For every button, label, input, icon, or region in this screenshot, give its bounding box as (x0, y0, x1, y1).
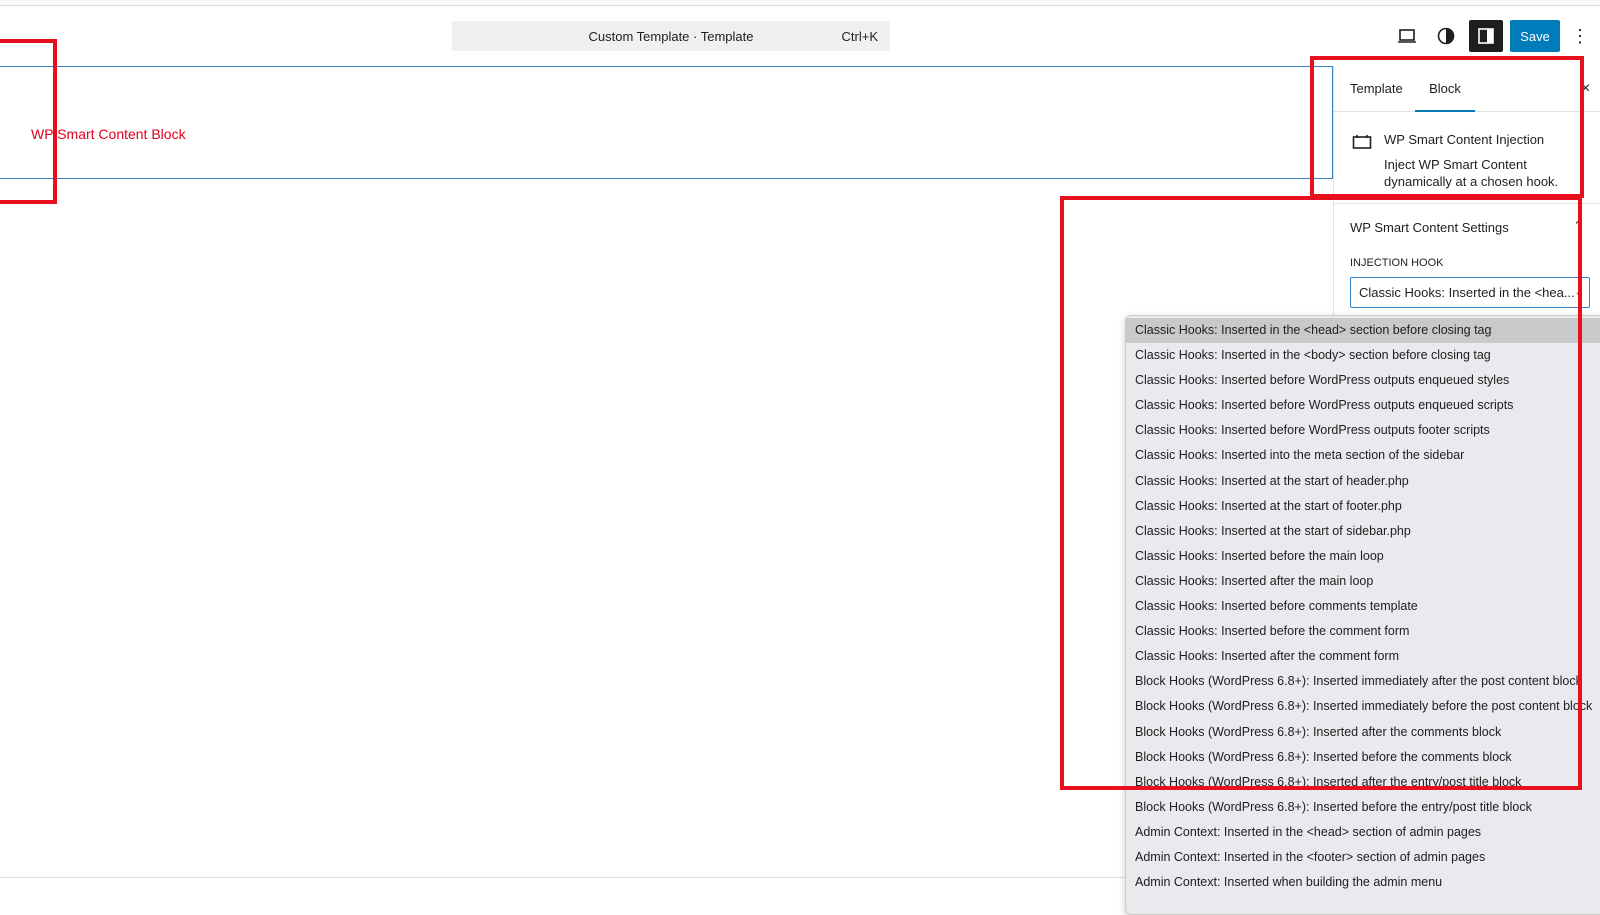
dropdown-option[interactable]: Admin Context: Inserted in the <footer> … (1126, 845, 1600, 870)
block-title: WP Smart Content Injection (1384, 132, 1544, 147)
injection-hook-select[interactable]: Classic Hooks: Inserted in the <hea... ⌄ (1350, 277, 1590, 308)
chevron-down-icon: ⌄ (1575, 278, 1583, 307)
smart-content-block[interactable]: WP Smart Content Block (0, 66, 1333, 179)
template-title: Custom Template · Template (589, 29, 754, 44)
tab-template[interactable]: Template (1350, 66, 1403, 112)
dropdown-option[interactable]: Classic Hooks: Inserted at the start of … (1126, 519, 1600, 544)
injection-hook-label: INJECTION HOOK (1350, 257, 1584, 269)
dropdown-option[interactable]: Classic Hooks: Inserted before WordPress… (1126, 418, 1600, 443)
more-options-icon[interactable]: ⋮ (1572, 20, 1588, 52)
shortcut-hint: Ctrl+K (842, 29, 878, 44)
chevron-up-icon: ⌃ (1573, 218, 1584, 234)
dropdown-option[interactable]: Block Hooks (WordPress 6.8+): Inserted a… (1126, 720, 1600, 745)
device-preview-button[interactable] (1390, 20, 1424, 52)
dropdown-option[interactable]: Classic Hooks: Inserted after the commen… (1126, 644, 1600, 669)
block-icon (1352, 134, 1372, 150)
style-toggle-button[interactable] (1429, 20, 1463, 52)
block-text: WP Smart Content Block (31, 126, 186, 142)
canvas-footer-divider (0, 877, 1125, 878)
save-button[interactable]: Save (1510, 20, 1560, 52)
dropdown-option[interactable]: Classic Hooks: Inserted after the main l… (1126, 569, 1600, 594)
panel-title: WP Smart Content Settings (1350, 220, 1509, 235)
settings-panel-toggle[interactable]: WP Smart Content Settings ⌃ (1350, 220, 1584, 235)
laptop-icon (1397, 28, 1417, 44)
dropdown-option[interactable]: Block Hooks (WordPress 6.8+): Inserted i… (1126, 669, 1600, 694)
dropdown-option[interactable]: Classic Hooks: Inserted at the start of … (1126, 469, 1600, 494)
dropdown-option[interactable]: Block Hooks (WordPress 6.8+): Inserted i… (1126, 694, 1600, 719)
close-icon[interactable]: × (1581, 66, 1590, 112)
dropdown-option[interactable]: Classic Hooks: Inserted before WordPress… (1126, 368, 1600, 393)
dropdown-option[interactable]: Classic Hooks: Inserted at the start of … (1126, 494, 1600, 519)
dropdown-option[interactable]: Block Hooks (WordPress 6.8+): Inserted b… (1126, 795, 1600, 820)
block-description: Inject WP Smart Content dynamically at a… (1384, 156, 1574, 190)
injection-hook-options: Classic Hooks: Inserted in the <head> se… (1125, 315, 1600, 915)
settings-sidebar-toggle[interactable] (1469, 20, 1503, 52)
dropdown-option[interactable]: Classic Hooks: Inserted before the comme… (1126, 619, 1600, 644)
dropdown-option[interactable]: Classic Hooks: Inserted before the main … (1126, 544, 1600, 569)
selected-value: Classic Hooks: Inserted in the <hea... (1359, 285, 1575, 300)
dropdown-option[interactable]: Classic Hooks: Inserted in the <body> se… (1126, 343, 1600, 368)
dropdown-option[interactable]: Classic Hooks: Inserted before WordPress… (1126, 393, 1600, 418)
dropdown-option[interactable]: Admin Context: Inserted when building th… (1126, 870, 1600, 895)
dropdown-option[interactable]: Classic Hooks: Inserted into the meta se… (1126, 443, 1600, 468)
dropdown-option[interactable]: Block Hooks (WordPress 6.8+): Inserted a… (1126, 770, 1600, 795)
tab-block[interactable]: Block (1415, 66, 1475, 112)
command-palette-button[interactable]: Custom Template · Template Ctrl+K (452, 21, 890, 51)
sidebar-icon (1477, 27, 1495, 45)
contrast-icon (1437, 27, 1455, 45)
dropdown-option[interactable]: Classic Hooks: Inserted before comments … (1126, 594, 1600, 619)
dropdown-option[interactable]: Block Hooks (WordPress 6.8+): Inserted b… (1126, 745, 1600, 770)
dropdown-option[interactable]: Admin Context: Inserted in the <head> se… (1126, 820, 1600, 845)
browser-edge (0, 0, 1600, 6)
dropdown-option[interactable]: Classic Hooks: Inserted in the <head> se… (1126, 318, 1600, 343)
